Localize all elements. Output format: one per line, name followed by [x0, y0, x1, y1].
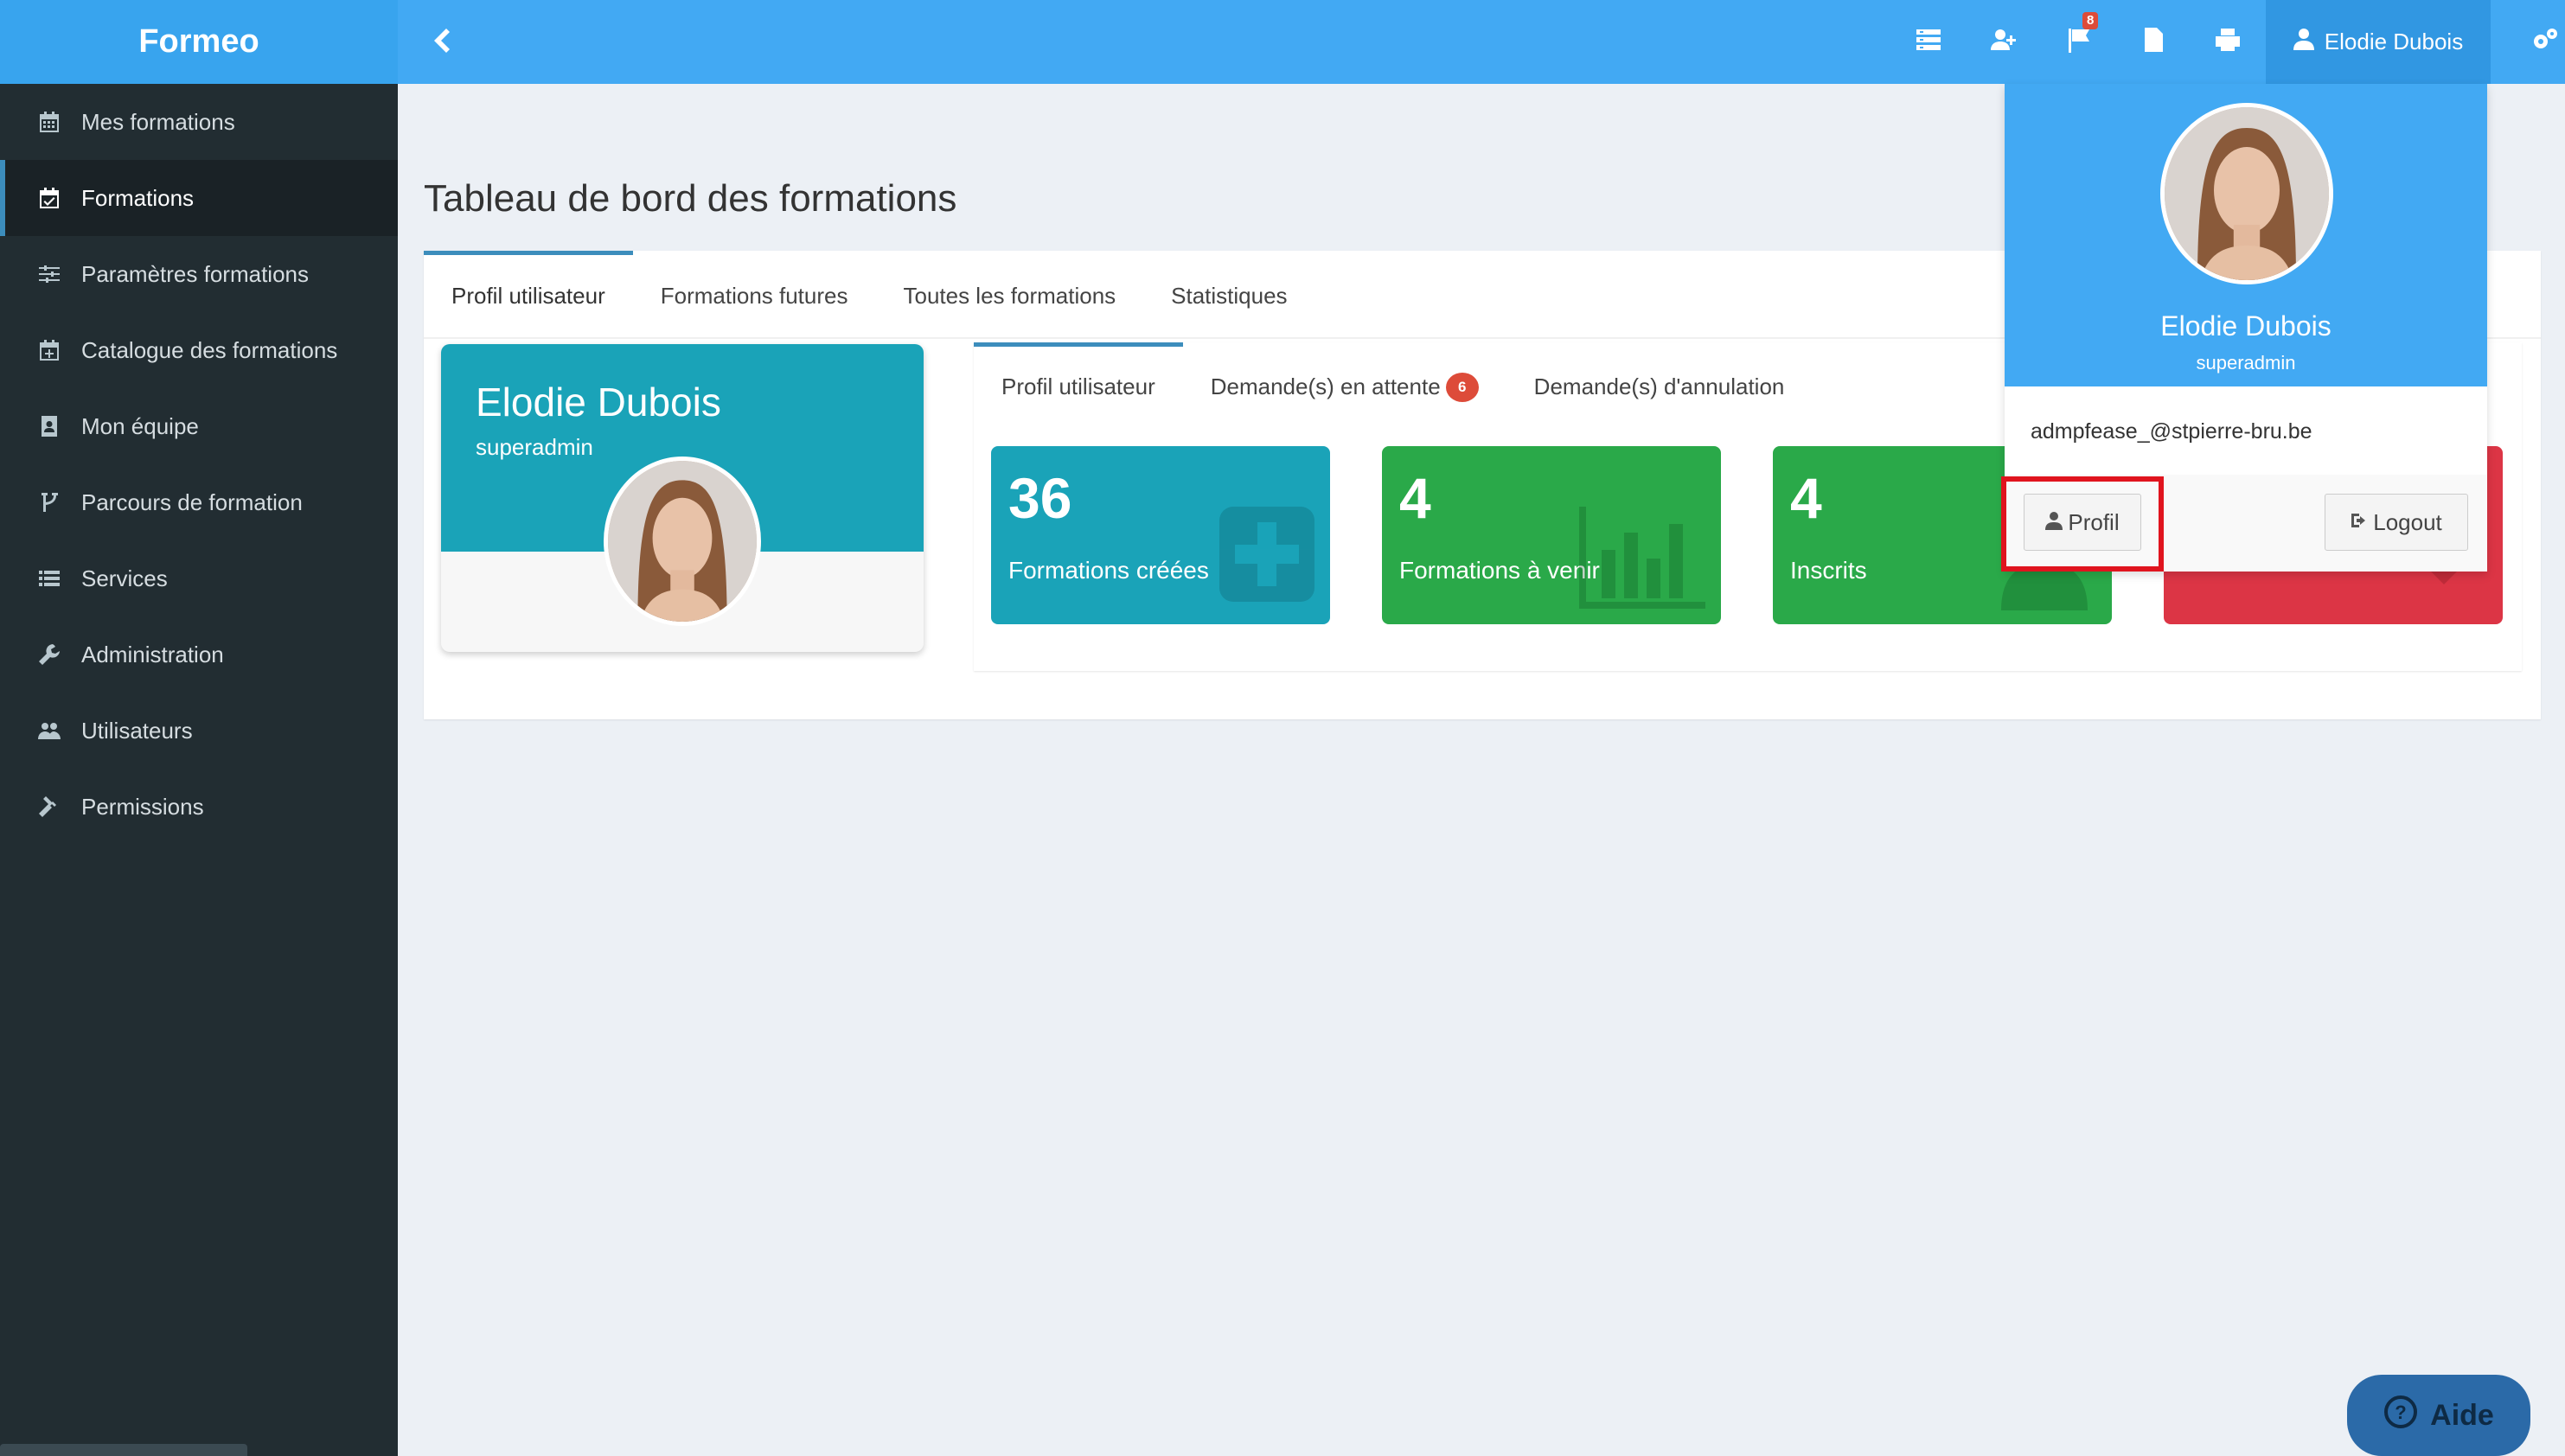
tab-inner-profil[interactable]: Profil utilisateur	[974, 342, 1183, 427]
tile-label: Formations créées	[1008, 557, 1209, 584]
tab-toutes-formations[interactable]: Toutes les formations	[875, 251, 1143, 337]
gears-icon	[2531, 27, 2559, 57]
topbar: 8 Elodie Dubois	[398, 0, 2565, 84]
brand-logo[interactable]: Formeo	[0, 0, 398, 84]
plus-square-icon	[1219, 507, 1314, 606]
table-view-button[interactable]	[1890, 0, 1967, 84]
avatar	[604, 457, 761, 626]
tab-label: Demande(s) en attente	[1210, 374, 1441, 399]
user-icon	[2293, 28, 2325, 56]
user-menu-name: Elodie Dubois	[2324, 29, 2464, 54]
tab-demandes-annulation[interactable]: Demande(s) d'annulation	[1506, 342, 1813, 427]
sidebar-item-formations[interactable]: Formations	[0, 160, 398, 236]
sidebar-item-label: Mes formations	[81, 108, 235, 135]
sidebar-item-utilisateurs[interactable]: Utilisateurs	[0, 693, 398, 769]
sidebar-item-label: Utilisateurs	[81, 717, 193, 744]
sidebar-item-catalogue[interactable]: Catalogue des formations	[0, 312, 398, 388]
tile-value: 4	[1399, 466, 1431, 530]
tab-statistiques[interactable]: Statistiques	[1143, 251, 1314, 337]
tile-formations-creees[interactable]: 36 Formations créées	[991, 446, 1330, 624]
dropdown-user-name: Elodie Dubois	[2160, 310, 2332, 342]
svg-text:?: ?	[2395, 1402, 2406, 1423]
dropdown-email: admpfease_@stpierre-bru.be	[2031, 419, 2312, 444]
sidebar-item-parcours[interactable]: Parcours de formation	[0, 464, 398, 540]
sidebar-item-label: Services	[81, 565, 168, 591]
sidebar-item-label: Administration	[81, 641, 224, 667]
chevron-left-icon	[431, 27, 453, 59]
address-book-icon	[35, 412, 64, 441]
tile-label: Inscrits	[1790, 557, 1867, 584]
sign-out-icon	[2351, 509, 2373, 536]
settings-button[interactable]	[2525, 0, 2565, 84]
logout-button[interactable]: Logout	[2325, 494, 2468, 551]
profile-name: Elodie Dubois	[476, 380, 721, 425]
tile-value: 36	[1008, 466, 1072, 530]
list-icon	[35, 564, 64, 593]
sidebar-item-label: Permissions	[81, 793, 204, 820]
users-icon	[35, 716, 64, 745]
tile-value: 4	[1790, 466, 1822, 530]
sliders-icon	[35, 259, 64, 289]
user-dropdown-header: Elodie Dubois superadmin	[2005, 84, 2487, 386]
sidebar: Formeo Mes formations Formations Paramèt…	[0, 0, 398, 1456]
flag-icon	[2065, 27, 2093, 57]
wrench-icon	[35, 640, 64, 669]
user-menu-button[interactable]: Elodie Dubois	[2266, 0, 2491, 84]
sidebar-item-permissions[interactable]: Permissions	[0, 769, 398, 845]
dropdown-user-role: superadmin	[2196, 352, 2296, 374]
bar-chart-icon	[1576, 507, 1705, 615]
sidebar-item-administration[interactable]: Administration	[0, 616, 398, 693]
print-icon	[2214, 27, 2242, 57]
gavel-icon	[35, 792, 64, 821]
sidebar-item-mon-equipe[interactable]: Mon équipe	[0, 388, 398, 464]
document-button[interactable]	[2115, 0, 2191, 84]
sidebar-toggle-button[interactable]	[424, 24, 460, 61]
sidebar-item-label: Paramètres formations	[81, 260, 309, 287]
notifications-button[interactable]: 8	[2041, 0, 2117, 84]
tab-profil-utilisateur[interactable]: Profil utilisateur	[424, 251, 633, 337]
sidebar-scrollbar[interactable]	[0, 1444, 247, 1456]
profile-card: Elodie Dubois superadmin	[441, 344, 924, 652]
tab-formations-futures[interactable]: Formations futures	[633, 251, 876, 337]
table-list-icon	[1915, 27, 1942, 57]
help-button-label: Aide	[2430, 1398, 2494, 1432]
calendar-check-icon	[35, 183, 64, 213]
main-tabs: Profil utilisateur Formations futures To…	[424, 251, 1315, 337]
sidebar-item-parametres-formations[interactable]: Paramètres formations	[0, 236, 398, 312]
notifications-badge: 8	[2082, 12, 2099, 29]
add-user-button[interactable]	[1965, 0, 2041, 84]
user-plus-icon	[1989, 27, 2017, 57]
calendar-plus-icon	[35, 335, 64, 365]
question-circle-icon: ?	[2383, 1395, 2430, 1437]
help-button[interactable]: ? Aide	[2347, 1375, 2530, 1456]
page-title: Tableau de bord des formations	[424, 177, 957, 220]
sidebar-item-label: Catalogue des formations	[81, 336, 338, 363]
print-button[interactable]	[2190, 0, 2266, 84]
sidebar-item-services[interactable]: Services	[0, 540, 398, 616]
sidebar-item-label: Parcours de formation	[81, 489, 303, 515]
logout-button-label: Logout	[2373, 508, 2442, 535]
tile-formations-a-venir[interactable]: 4 Formations à venir	[1382, 446, 1721, 624]
file-text-icon	[2140, 27, 2167, 57]
code-fork-icon	[35, 488, 64, 517]
tab-demandes-en-attente[interactable]: Demande(s) en attente 6	[1183, 342, 1506, 427]
tile-label: Formations à venir	[1399, 557, 1600, 584]
sidebar-item-mes-formations[interactable]: Mes formations	[0, 84, 398, 160]
calendar-icon	[35, 107, 64, 137]
inner-tabs: Profil utilisateur Demande(s) en attente…	[974, 342, 1812, 427]
pending-badge: 6	[1445, 372, 1479, 402]
avatar	[2160, 103, 2333, 284]
sidebar-item-label: Mon équipe	[81, 412, 199, 439]
sidebar-item-label: Formations	[81, 184, 195, 211]
highlight-box	[2001, 476, 2164, 572]
